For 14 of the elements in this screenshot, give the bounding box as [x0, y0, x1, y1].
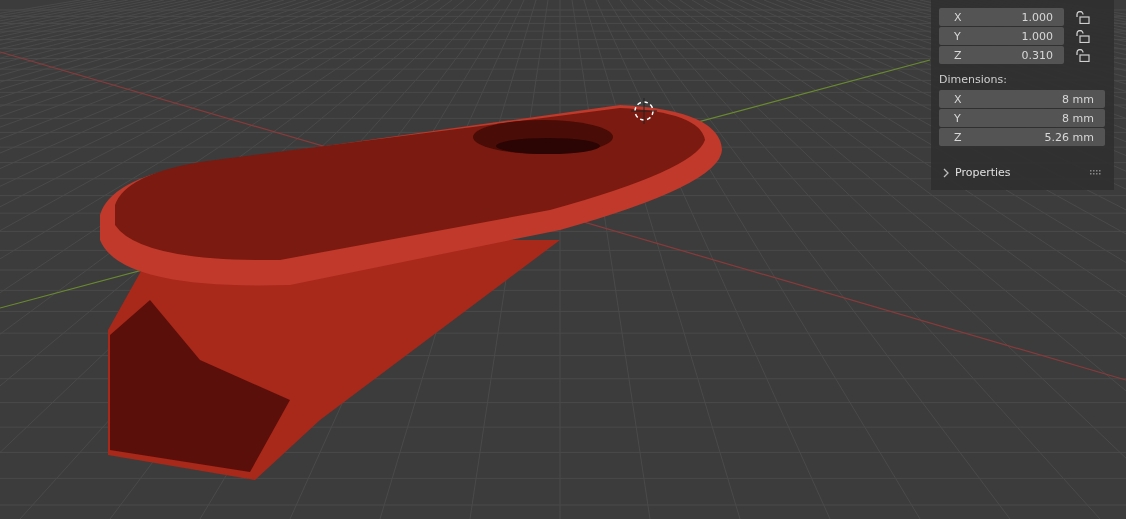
scale-field[interactable]: Z 0.310 [939, 46, 1064, 64]
lock-icon[interactable] [1076, 10, 1090, 24]
chevron-icon[interactable] [942, 167, 950, 178]
dimension-field[interactable]: X 8 mm [939, 90, 1105, 108]
scale-field[interactable]: Y 1.000 [939, 27, 1064, 45]
lock-icon[interactable] [1076, 48, 1090, 62]
3d-cursor-icon [630, 97, 658, 125]
dimension-field[interactable]: Y 8 mm [939, 109, 1105, 127]
properties-header[interactable]: Properties [955, 166, 1085, 179]
dimensions-label: Dimensions: [939, 73, 1008, 86]
scale-field[interactable]: X 1.000 [939, 8, 1064, 26]
lock-icon[interactable] [1076, 29, 1090, 43]
dimension-field[interactable]: Z 5.26 mm [939, 128, 1105, 146]
drag-handle-icon[interactable] [1090, 169, 1102, 176]
